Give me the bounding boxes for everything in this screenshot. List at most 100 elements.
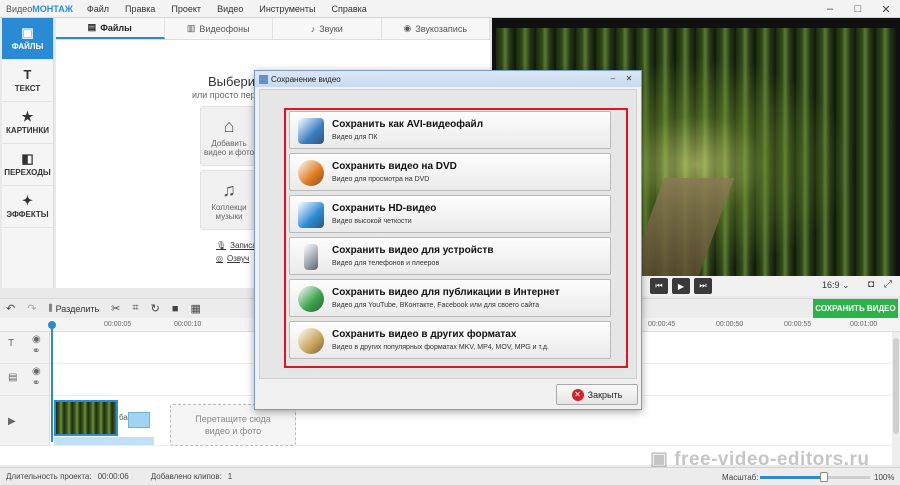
video-clip[interactable] <box>54 400 118 436</box>
microphone-icon: ◉ <box>403 23 412 33</box>
save-avi-option[interactable]: Сохранить как AVI-видеофайл Видео для ПК <box>289 111 611 149</box>
save-other-formats-option[interactable]: Сохранить видео в других форматах Видео … <box>289 321 611 359</box>
sidebar-item-effects[interactable]: ✦ ЭФФЕКТЫ <box>2 186 53 228</box>
tab-sounds[interactable]: ♪ Звуки <box>273 18 382 39</box>
app-title-brand: МОНТАЖ <box>32 3 73 14</box>
voiceover-link[interactable]: ◎ Озвуч <box>216 254 249 263</box>
media-tabs: ▤ Файлы ▥ Видеофоны ♪ Звуки ◉ Звукозапис… <box>56 18 490 40</box>
sidebar-item-text[interactable]: T ТЕКСТ <box>2 60 53 102</box>
transition-icon: ◧ <box>21 151 34 166</box>
dialog-minimize-icon[interactable]: – <box>607 73 619 84</box>
scissors-icon[interactable]: ✂ <box>105 302 126 315</box>
undo-icon[interactable]: ↶ <box>0 302 21 315</box>
clip-label: ба <box>119 413 128 422</box>
zoom-slider-fill <box>760 476 824 479</box>
camera-snapshot-icon[interactable]: ◘ <box>868 279 874 290</box>
microphone-icon: 🎙 <box>216 241 227 250</box>
minimize-button[interactable]: – <box>816 0 844 18</box>
video-track-header: ▶ <box>0 396 50 446</box>
stop-icon[interactable]: ■ <box>166 303 185 315</box>
aspect-ratio-select[interactable]: 16:9 ⌄ <box>822 280 850 291</box>
ruler-tick: 00:00:55 <box>784 321 812 328</box>
close-window-button[interactable]: ✕ <box>872 0 900 18</box>
save-internet-option[interactable]: Сохранить видео для публикации в Интерне… <box>289 279 611 317</box>
timeline-scrollbar[interactable] <box>892 332 900 465</box>
playhead[interactable] <box>51 322 53 442</box>
sidebar-item-label: ПЕРЕХОДЫ <box>4 168 51 177</box>
playhead-handle[interactable] <box>48 321 56 329</box>
record-link[interactable]: 🎙 Записа <box>216 241 257 250</box>
option-subtitle: Видео высокой четкости <box>332 218 412 225</box>
skip-forward-icon[interactable]: ⏭ <box>694 278 712 294</box>
close-icon: ✕ <box>571 388 584 401</box>
menu-file[interactable]: Файл <box>79 4 117 14</box>
tab-backgrounds[interactable]: ▥ Видеофоны <box>165 18 273 39</box>
fullscreen-icon[interactable]: ⤢ <box>884 279 892 290</box>
play-icon[interactable]: ▶ <box>672 278 690 294</box>
option-title: Сохранить видео в других форматах <box>332 329 517 340</box>
option-title: Сохранить видео для устройств <box>332 245 494 256</box>
camera-icon: ⌂ <box>223 115 235 136</box>
transition-thumbnail[interactable] <box>128 412 150 428</box>
maximize-button[interactable]: □ <box>844 0 872 18</box>
menu-project[interactable]: Проект <box>163 4 209 14</box>
folder-icon: ▣ <box>21 25 34 40</box>
music-collection-tile[interactable]: ♫ Коллекци музыки <box>200 170 258 230</box>
split-button[interactable]: ⫼ Разделить <box>42 303 105 314</box>
voiceover-icon: ◎ <box>216 254 223 263</box>
drop-zone[interactable]: Перетащите сюда видео и фото <box>170 404 296 446</box>
eye-icon[interactable]: ◉ <box>32 366 41 377</box>
option-title: Сохранить видео на DVD <box>332 161 457 172</box>
backgrounds-tab-icon: ▥ <box>186 23 196 33</box>
music-note-icon: ♪ <box>310 23 316 34</box>
skip-back-icon[interactable]: ⏮ <box>650 278 668 294</box>
pc-icon <box>298 118 324 144</box>
menu-video[interactable]: Видео <box>209 4 251 14</box>
menu-bar: ВидеоМОНТАЖ Файл Правка Проект Видео Инс… <box>0 0 900 18</box>
link-icon[interactable]: ⚭ <box>32 378 40 389</box>
sidebar-item-transitions[interactable]: ◧ ПЕРЕХОДЫ <box>2 144 53 186</box>
menu-edit[interactable]: Правка <box>117 4 163 14</box>
film-icon[interactable]: ▦ <box>184 302 206 315</box>
sidebar-item-pictures[interactable]: ★ КАРТИНКИ <box>2 102 53 144</box>
clips-value: 1 <box>227 472 233 481</box>
save-devices-option[interactable]: Сохранить видео для устройств Видео для … <box>289 237 611 275</box>
option-subtitle: Видео для просмотра на DVD <box>332 176 430 183</box>
eye-icon[interactable]: ◉ <box>32 334 41 345</box>
scrollbar-thumb[interactable] <box>893 338 899 434</box>
sidebar-item-files[interactable]: ▣ ФАЙЛЫ <box>2 18 53 60</box>
menu-help[interactable]: Справка <box>323 4 374 14</box>
close-button-label: Закрыть <box>587 389 623 400</box>
tab-files[interactable]: ▤ Файлы <box>56 18 165 39</box>
sidebar-item-label: ЭФФЕКТЫ <box>6 210 49 219</box>
dialog-close-icon[interactable]: ✕ <box>623 73 635 84</box>
choose-files-subtitle: или просто пер <box>192 90 256 100</box>
tab-recording[interactable]: ◉ Звукозапись <box>382 18 490 39</box>
redo-icon[interactable]: ↷ <box>21 302 42 315</box>
save-hd-option[interactable]: Сохранить HD-видео Видео высокой четкост… <box>289 195 611 233</box>
option-subtitle: Видео для YouTube, ВКонтакте, Facebook и… <box>332 302 540 309</box>
menu-tools[interactable]: Инструменты <box>251 4 323 14</box>
status-bar: Длительность проекта: 00:00:06 Добавлено… <box>0 467 900 485</box>
close-button[interactable]: ✕ Закрыть <box>556 384 638 405</box>
globe-icon <box>298 286 324 312</box>
tab-label: Файлы <box>100 22 132 33</box>
sidebar-item-label: КАРТИНКИ <box>6 126 49 135</box>
crop-icon[interactable]: ⌗ <box>126 302 144 315</box>
rotate-icon[interactable]: ↻ <box>145 302 166 315</box>
link-icon[interactable]: ⚭ <box>32 346 40 357</box>
ruler-tick: 00:00:05 <box>104 321 132 328</box>
option-title: Сохранить как AVI-видеофайл <box>332 119 484 130</box>
zoom-label: Масштаб: <box>722 473 759 482</box>
zoom-slider-handle[interactable] <box>819 472 828 482</box>
add-media-tile[interactable]: ⌂ Добавить видео и фото <box>200 106 258 166</box>
files-tab-icon: ▤ <box>87 22 97 32</box>
text-icon: T <box>23 67 32 82</box>
sidebar-item-label: ТЕКСТ <box>14 84 41 93</box>
option-title: Сохранить видео для публикации в Интерне… <box>332 287 560 298</box>
save-dvd-option[interactable]: Сохранить видео на DVD Видео для просмот… <box>289 153 611 191</box>
ruler-tick: 00:00:50 <box>716 321 744 328</box>
preview-path <box>627 178 735 278</box>
tab-label: Видеофоны <box>199 23 250 34</box>
save-video-button[interactable]: СОХРАНИТЬ ВИДЕО <box>813 299 898 318</box>
